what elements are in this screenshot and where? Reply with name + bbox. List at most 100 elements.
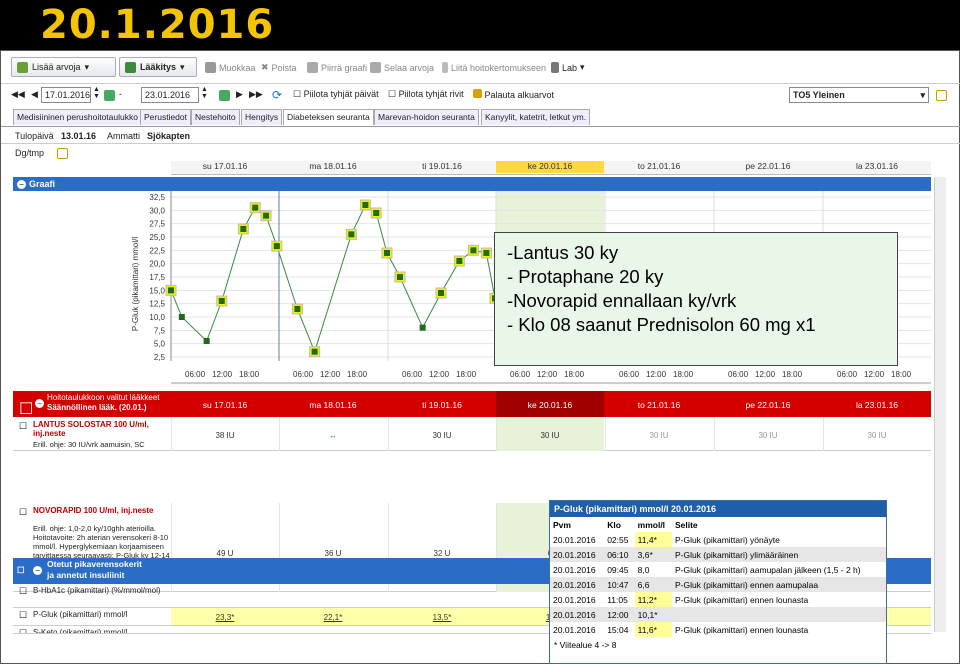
tab-marevan[interactable]: Marevan-hoidon seuranta: [374, 109, 479, 125]
y-tick-label: 25,0: [149, 233, 165, 242]
time-tick-label: 06:00: [510, 370, 531, 379]
vertical-scrollbar[interactable]: [934, 177, 946, 632]
dose-cell[interactable]: 30 IU: [605, 431, 713, 440]
draw-graph-button[interactable]: Piirrä graafi: [307, 62, 367, 73]
chevron-down-icon: ▾: [580, 62, 585, 72]
data-point[interactable]: [294, 306, 301, 312]
attach-care-record-button[interactable]: Liitä hoitokertomukseen: [442, 62, 546, 73]
popup-column-header: Pvm: [553, 519, 571, 530]
data-point[interactable]: [311, 348, 318, 355]
data-point[interactable]: [438, 290, 444, 296]
tab-cannulas[interactable]: Kanyylit, katetrit, letkut ym.: [481, 109, 591, 125]
calendar-icon[interactable]: [219, 90, 230, 101]
time-tick-label: 06:00: [293, 370, 314, 379]
y-tick-label: 32,5: [149, 193, 165, 202]
dose-cell[interactable]: 38 IU: [171, 431, 279, 440]
hide-empty-days-checkbox[interactable]: ☐ Piilota tyhjät päivät: [293, 89, 379, 100]
tab-basic-info[interactable]: Perustiedot: [140, 109, 191, 125]
edit-note-icon[interactable]: [936, 90, 947, 101]
dose-cell[interactable]: 36 U: [279, 549, 387, 558]
measure-checkbox[interactable]: ☐: [19, 628, 27, 633]
tab-fluids[interactable]: Nestehoito: [191, 109, 240, 125]
popup-cell: 11,2*: [634, 592, 672, 607]
tab-breathing[interactable]: Hengitys: [241, 109, 283, 125]
date-to-input[interactable]: 23.01.2016: [141, 87, 199, 103]
medication-button[interactable]: Lääkitys ▾: [119, 57, 197, 77]
data-point[interactable]: [373, 210, 380, 216]
dose-cell[interactable]: 30 IU: [388, 431, 496, 440]
data-point[interactable]: [456, 258, 463, 264]
select-all-checkbox[interactable]: ☐: [17, 565, 25, 576]
data-point[interactable]: [348, 231, 355, 238]
next-icon[interactable]: ▶: [236, 89, 243, 100]
data-point[interactable]: [168, 287, 174, 294]
popup-row: 20.01.2016 12:00 10,1*: [550, 607, 886, 622]
measure-checkbox[interactable]: ☐: [19, 610, 27, 621]
date-from-input[interactable]: 17.01.2016: [41, 87, 91, 103]
medication-checkbox[interactable]: ☐: [19, 507, 27, 518]
data-point[interactable]: [470, 247, 477, 254]
measure-value[interactable]: 13,5*: [388, 613, 496, 622]
first-page-icon[interactable]: ◀◀: [11, 89, 25, 100]
tab-diabetes[interactable]: Diabeteksen seuranta: [283, 109, 374, 125]
data-point[interactable]: [240, 226, 247, 232]
calendar-icon[interactable]: [104, 90, 115, 101]
popup-table: Pvm Klo mmol/l Selite 20.01.2016 02:55 11,4* P-…: [550, 517, 886, 637]
delete-button[interactable]: ✖ Poista: [261, 62, 297, 73]
lab-menu[interactable]: Lab ▾: [551, 62, 585, 73]
med-section-title: Hoitotaulukkoon valitut lääkkeet Säännöll…: [47, 393, 160, 412]
data-point[interactable]: [203, 338, 210, 344]
dose-cell[interactable]: 30 IU: [714, 431, 822, 440]
time-tick-label: 12:00: [755, 370, 776, 379]
popup-cell: 10:47: [604, 577, 635, 592]
edit-button[interactable]: Muokkaa: [205, 62, 256, 73]
reset-defaults-button[interactable]: Palauta alkuarvot: [473, 89, 554, 100]
column-divider: [388, 417, 389, 451]
profession-value: Sjökapten: [147, 131, 191, 141]
edit-note-icon[interactable]: [57, 148, 68, 159]
date-to-stepper[interactable]: ▲ ▼: [201, 86, 208, 100]
measure-label: S-Keto (pikamittari) mmol/l: [33, 628, 128, 634]
popup-cell: 20.01.2016: [550, 607, 605, 622]
add-values-button[interactable]: Lisää arvoja ▾: [11, 57, 116, 77]
dose-cell[interactable]: 30 IU: [496, 431, 604, 440]
column-divider: [605, 417, 606, 451]
y-tick-label: 30,0: [149, 206, 165, 215]
collapse-icon[interactable]: −: [35, 399, 44, 408]
data-point[interactable]: [419, 324, 426, 331]
data-point[interactable]: [218, 298, 225, 304]
hide-empty-rows-checkbox[interactable]: ☐ Piilota tyhjät rivit: [388, 89, 464, 100]
data-point[interactable]: [178, 314, 185, 320]
data-point[interactable]: [362, 202, 369, 208]
day-header-cell: su 17.01.16: [202, 161, 248, 171]
dose-cell[interactable]: 32 U: [388, 549, 496, 558]
select-all-checkbox[interactable]: ☐: [19, 399, 33, 419]
data-point[interactable]: [483, 250, 490, 256]
popup-cell: P-Gluk (pikamittari) aamupalan jälkeen (…: [674, 564, 861, 575]
dose-cell[interactable]: 49 U: [171, 549, 279, 558]
tab-basic-care[interactable]: Medisiininen perushoitotaulukko: [13, 109, 142, 125]
dose-cell[interactable]: 30 IU: [823, 431, 931, 440]
medication-checkbox[interactable]: ☐: [19, 421, 27, 432]
measure-value[interactable]: 22,1*: [279, 613, 387, 622]
unit-select[interactable]: TO5 Yleinen ▾: [789, 87, 929, 103]
attach-icon: [442, 62, 448, 73]
popup-cell: [671, 607, 886, 622]
dose-cell[interactable]: ↔: [279, 431, 387, 440]
data-point[interactable]: [252, 204, 259, 211]
browse-values-button[interactable]: Selaa arvoja: [370, 62, 434, 73]
prev-icon[interactable]: ◀: [31, 89, 38, 100]
measure-value[interactable]: 23,3*: [171, 613, 279, 622]
data-point[interactable]: [396, 274, 403, 280]
popup-row: 20.01.2016 10:47 6,6 P-Gluk (pikamittari) e…: [550, 577, 886, 592]
data-point[interactable]: [273, 243, 280, 250]
refresh-icon[interactable]: ⟳: [272, 88, 282, 102]
measure-checkbox[interactable]: ☐: [19, 586, 27, 597]
data-point[interactable]: [384, 250, 390, 256]
data-point[interactable]: [263, 212, 270, 219]
graph-section-header[interactable]: − Graafi: [13, 177, 931, 191]
last-page-icon[interactable]: ▶▶: [249, 89, 263, 100]
date-from-stepper[interactable]: ▲ ▼: [93, 86, 100, 100]
collapse-icon: −: [17, 180, 26, 190]
popup-cell: 8,0: [637, 564, 650, 575]
